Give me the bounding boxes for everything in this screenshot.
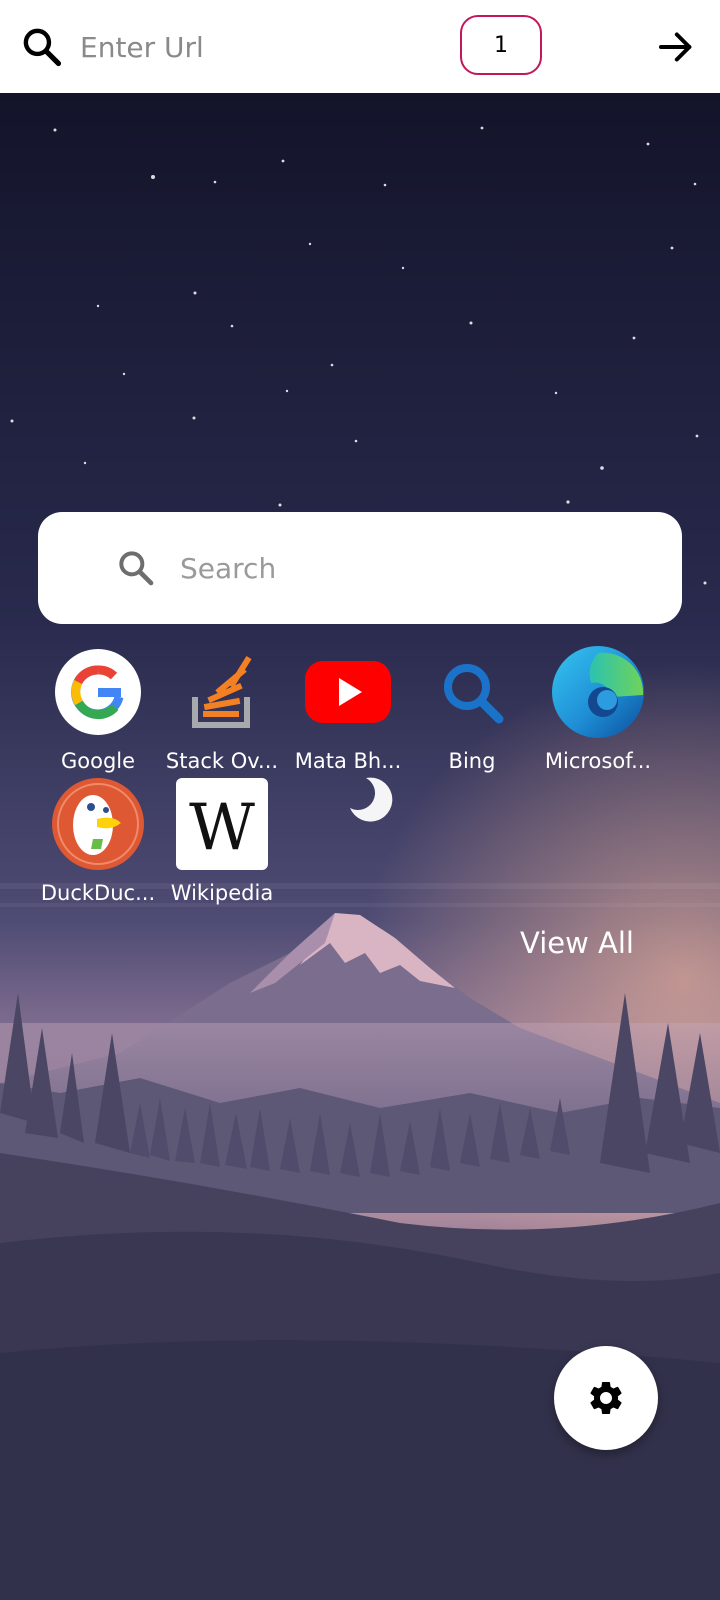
shortcut-bing[interactable]: Bing — [410, 645, 534, 775]
shortcut-label: Google — [60, 749, 136, 773]
search-icon — [119, 551, 154, 586]
youtube-icon — [305, 661, 391, 723]
search-input[interactable] — [180, 542, 660, 594]
view-all-link[interactable]: View All — [520, 926, 634, 960]
shortcut-youtube[interactable]: Mata Bh... — [286, 645, 410, 775]
shortcut-label: Stack Ov... — [165, 749, 279, 773]
shortcut-label: Microsof... — [544, 749, 652, 773]
url-input[interactable] — [80, 22, 420, 72]
settings-button[interactable] — [554, 1346, 658, 1450]
edge-icon — [552, 646, 644, 738]
shortcut-stackoverflow[interactable]: Stack Ov... — [160, 645, 284, 775]
gear-icon — [590, 1382, 622, 1414]
shortcut-wikipedia[interactable]: W Wikipedia — [160, 777, 284, 907]
svg-text:W: W — [189, 791, 255, 865]
shortcut-label: Mata Bh... — [294, 749, 402, 773]
address-bar: 1 — [0, 0, 720, 93]
duckduckgo-icon — [52, 778, 144, 870]
shortcut-label: Bing — [448, 749, 496, 773]
search-icon[interactable] — [20, 25, 64, 69]
bing-icon — [444, 664, 504, 724]
shortcut-duckduckgo[interactable]: DuckDuc... — [36, 777, 160, 907]
tab-count-button[interactable]: 1 — [460, 15, 542, 75]
shortcut-edge[interactable]: Microsof... — [536, 645, 660, 775]
tab-count-value: 1 — [494, 32, 508, 58]
google-icon — [55, 649, 141, 735]
shortcut-label: Wikipedia — [170, 881, 274, 905]
stackoverflow-icon — [192, 655, 252, 728]
shortcut-label: DuckDuc... — [40, 881, 156, 905]
search-box[interactable] — [38, 512, 682, 624]
arrow-right-icon[interactable] — [656, 27, 696, 67]
shortcut-google[interactable]: Google — [36, 645, 160, 775]
wikipedia-icon: W — [176, 778, 268, 870]
